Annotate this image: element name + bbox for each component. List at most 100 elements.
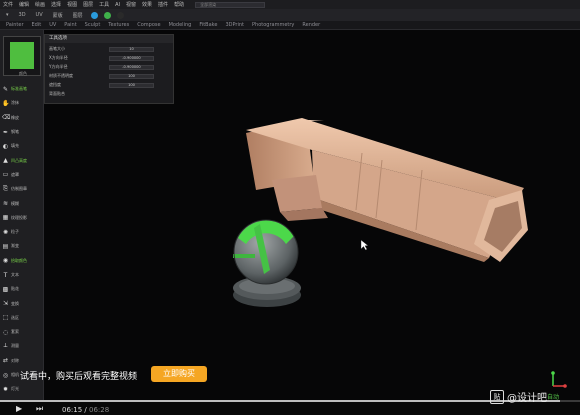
trial-notice: 试看中，购买后观看完整视频 — [20, 372, 138, 382]
tool-item[interactable]: ▭ 遮罩 — [2, 168, 42, 182]
text-icon: T — [3, 271, 8, 279]
tool-item[interactable]: ▤ 渐变 — [2, 239, 42, 253]
buy-button[interactable]: 立即购买 — [151, 366, 207, 382]
mask-icon: ▭ — [2, 171, 9, 179]
search-input[interactable]: 全部渲染 — [195, 1, 266, 8]
particle-icon: ✺ — [2, 228, 9, 236]
menu-item[interactable]: AI — [112, 2, 123, 8]
workspace-tab[interactable]: Painter — [6, 22, 24, 28]
tool-label: 粒子 — [11, 229, 19, 235]
tool-item[interactable]: ⇲ 变换 — [2, 296, 42, 310]
workspace-tabs: Painter Edit UV Paint Sculpt Textures Compose M… — [0, 21, 580, 30]
tool-item[interactable]: ✎ 标准画笔 — [2, 82, 42, 96]
tool-item[interactable]: ▲ 凹凸高度 — [2, 153, 42, 167]
tool-item[interactable]: ≋ 模糊 — [2, 196, 42, 210]
measure-icon: ⟂ — [3, 342, 8, 350]
workspace-tab[interactable]: Compose — [137, 22, 160, 28]
toolbar-color-dot-icon[interactable] — [90, 11, 98, 19]
next-button[interactable]: ⏭ — [36, 404, 43, 414]
color-swatch-label: 颜色 — [19, 71, 27, 76]
property-value-field[interactable]: -0.900000 — [109, 55, 154, 61]
height-icon: ▲ — [3, 157, 8, 165]
tool-item[interactable]: ◌ 套索 — [2, 325, 42, 339]
tool-item[interactable]: ⟂ 测量 — [2, 339, 42, 353]
menu-item[interactable]: 选择 — [48, 1, 64, 8]
watermark: 贴 @设计吧 — [490, 389, 547, 404]
tool-label: 涂抹 — [11, 100, 19, 106]
toolbar-item[interactable]: UV — [34, 12, 45, 18]
property-label: 遮挡度 — [49, 82, 61, 87]
property-row: 画笔大小 10 — [49, 46, 171, 52]
property-value-field[interactable]: 100 — [109, 73, 154, 79]
toolbar-color-dot-icon[interactable] — [103, 11, 111, 19]
time-separator: / — [82, 406, 89, 414]
tool-label: 钢笔 — [11, 129, 19, 135]
toolbar-color-dot-icon[interactable] — [116, 11, 124, 19]
workspace-tab[interactable]: Textures — [108, 22, 129, 28]
clone-icon: ⎘ — [3, 185, 8, 193]
total-time: 06:28 — [89, 406, 110, 414]
toolbar: ▾ 3D UV 蒙版 图层 — [0, 9, 580, 21]
tool-label: 凹凸高度 — [11, 157, 27, 163]
menu-item[interactable]: 视图 — [64, 1, 80, 8]
tool-item[interactable]: ⬚ 选区 — [2, 311, 42, 325]
brush-icon: ✎ — [2, 85, 9, 93]
tool-item[interactable]: ⇄ 对称 — [2, 354, 42, 368]
tool-item[interactable]: ▩ 贴花 — [2, 282, 42, 296]
workspace-tab[interactable]: UV — [49, 22, 56, 28]
tool-item[interactable]: ⌫ 橡皮 — [2, 111, 42, 125]
workspace-tab[interactable]: Sculpt — [85, 22, 101, 28]
tool-label: 遮罩 — [11, 171, 19, 177]
menu-item[interactable]: 插件 — [155, 1, 171, 8]
mouse-cursor-icon — [360, 239, 369, 251]
menu-item[interactable]: 效果 — [139, 1, 155, 8]
play-button[interactable]: ▶ — [16, 404, 22, 413]
menu-item[interactable]: 帮助 — [171, 1, 187, 8]
tool-label: 渐变 — [11, 243, 19, 249]
property-value-field[interactable]: -0.900000 — [109, 64, 154, 70]
workspace-tab[interactable]: Paint — [64, 22, 76, 28]
tool-item[interactable]: ✹ 灯光 — [2, 382, 42, 396]
tool-item[interactable]: ✺ 粒子 — [2, 225, 42, 239]
tool-item[interactable]: ◉ 拾取颜色 — [2, 254, 42, 268]
menu-item[interactable]: 图层 — [80, 1, 96, 8]
tool-item[interactable]: ⎘ 仿制图章 — [2, 182, 42, 196]
color-swatch-box[interactable]: 颜色 — [3, 36, 41, 76]
tool-item[interactable]: ✋ 涂抹 — [2, 96, 42, 110]
tool-label: 填充 — [11, 143, 19, 149]
tool-item[interactable]: ▦ 纹理投影 — [2, 211, 42, 225]
gradient-icon: ▤ — [2, 242, 9, 250]
tool-label: 变换 — [11, 300, 19, 306]
toolbar-item[interactable]: ▾ — [4, 12, 11, 18]
menu-item[interactable]: 编辑 — [16, 1, 32, 8]
tool-item[interactable]: ✒ 钢笔 — [2, 125, 42, 139]
workspace-tab[interactable]: Modeling — [169, 22, 192, 28]
tool-item[interactable]: T 文本 — [2, 268, 42, 282]
sphere-model[interactable] — [233, 219, 301, 307]
toolbar-item[interactable]: 图层 — [71, 12, 85, 19]
toolbar-item[interactable]: 3D — [17, 12, 28, 18]
workspace-tab[interactable]: Edit — [32, 22, 42, 28]
workspace-tab[interactable]: Photogrammetry — [252, 22, 294, 28]
tool-item[interactable]: ◐ 填充 — [2, 139, 42, 153]
select-icon: ⬚ — [2, 314, 9, 322]
axis-gizmo-icon[interactable] — [545, 370, 567, 390]
tool-label: 仿制图章 — [11, 186, 27, 192]
tool-label: 拾取颜色 — [11, 257, 27, 263]
property-value-field[interactable]: 10 — [109, 46, 154, 52]
fill-icon: ◐ — [2, 142, 9, 150]
workspace-tab[interactable]: 3DPrint — [225, 22, 244, 28]
toolbar-item[interactable]: 蒙版 — [51, 12, 65, 19]
color-swatch[interactable] — [10, 42, 34, 69]
menu-item[interactable]: 视窗 — [123, 1, 139, 8]
tool-label: 文本 — [11, 272, 19, 277]
workspace-tab[interactable]: Render — [302, 22, 320, 28]
mirror-icon: ⇄ — [2, 357, 9, 365]
menu-item[interactable]: 文件 — [0, 1, 16, 8]
menu-item[interactable]: 绘画 — [32, 1, 48, 8]
tool-properties-title: 工具选项 — [45, 35, 173, 43]
menu-item[interactable]: 工具 — [96, 1, 112, 8]
tool-label: 相机 — [11, 372, 19, 378]
property-value-field[interactable]: 100 — [109, 82, 154, 88]
workspace-tab[interactable]: FitBake — [199, 22, 217, 28]
